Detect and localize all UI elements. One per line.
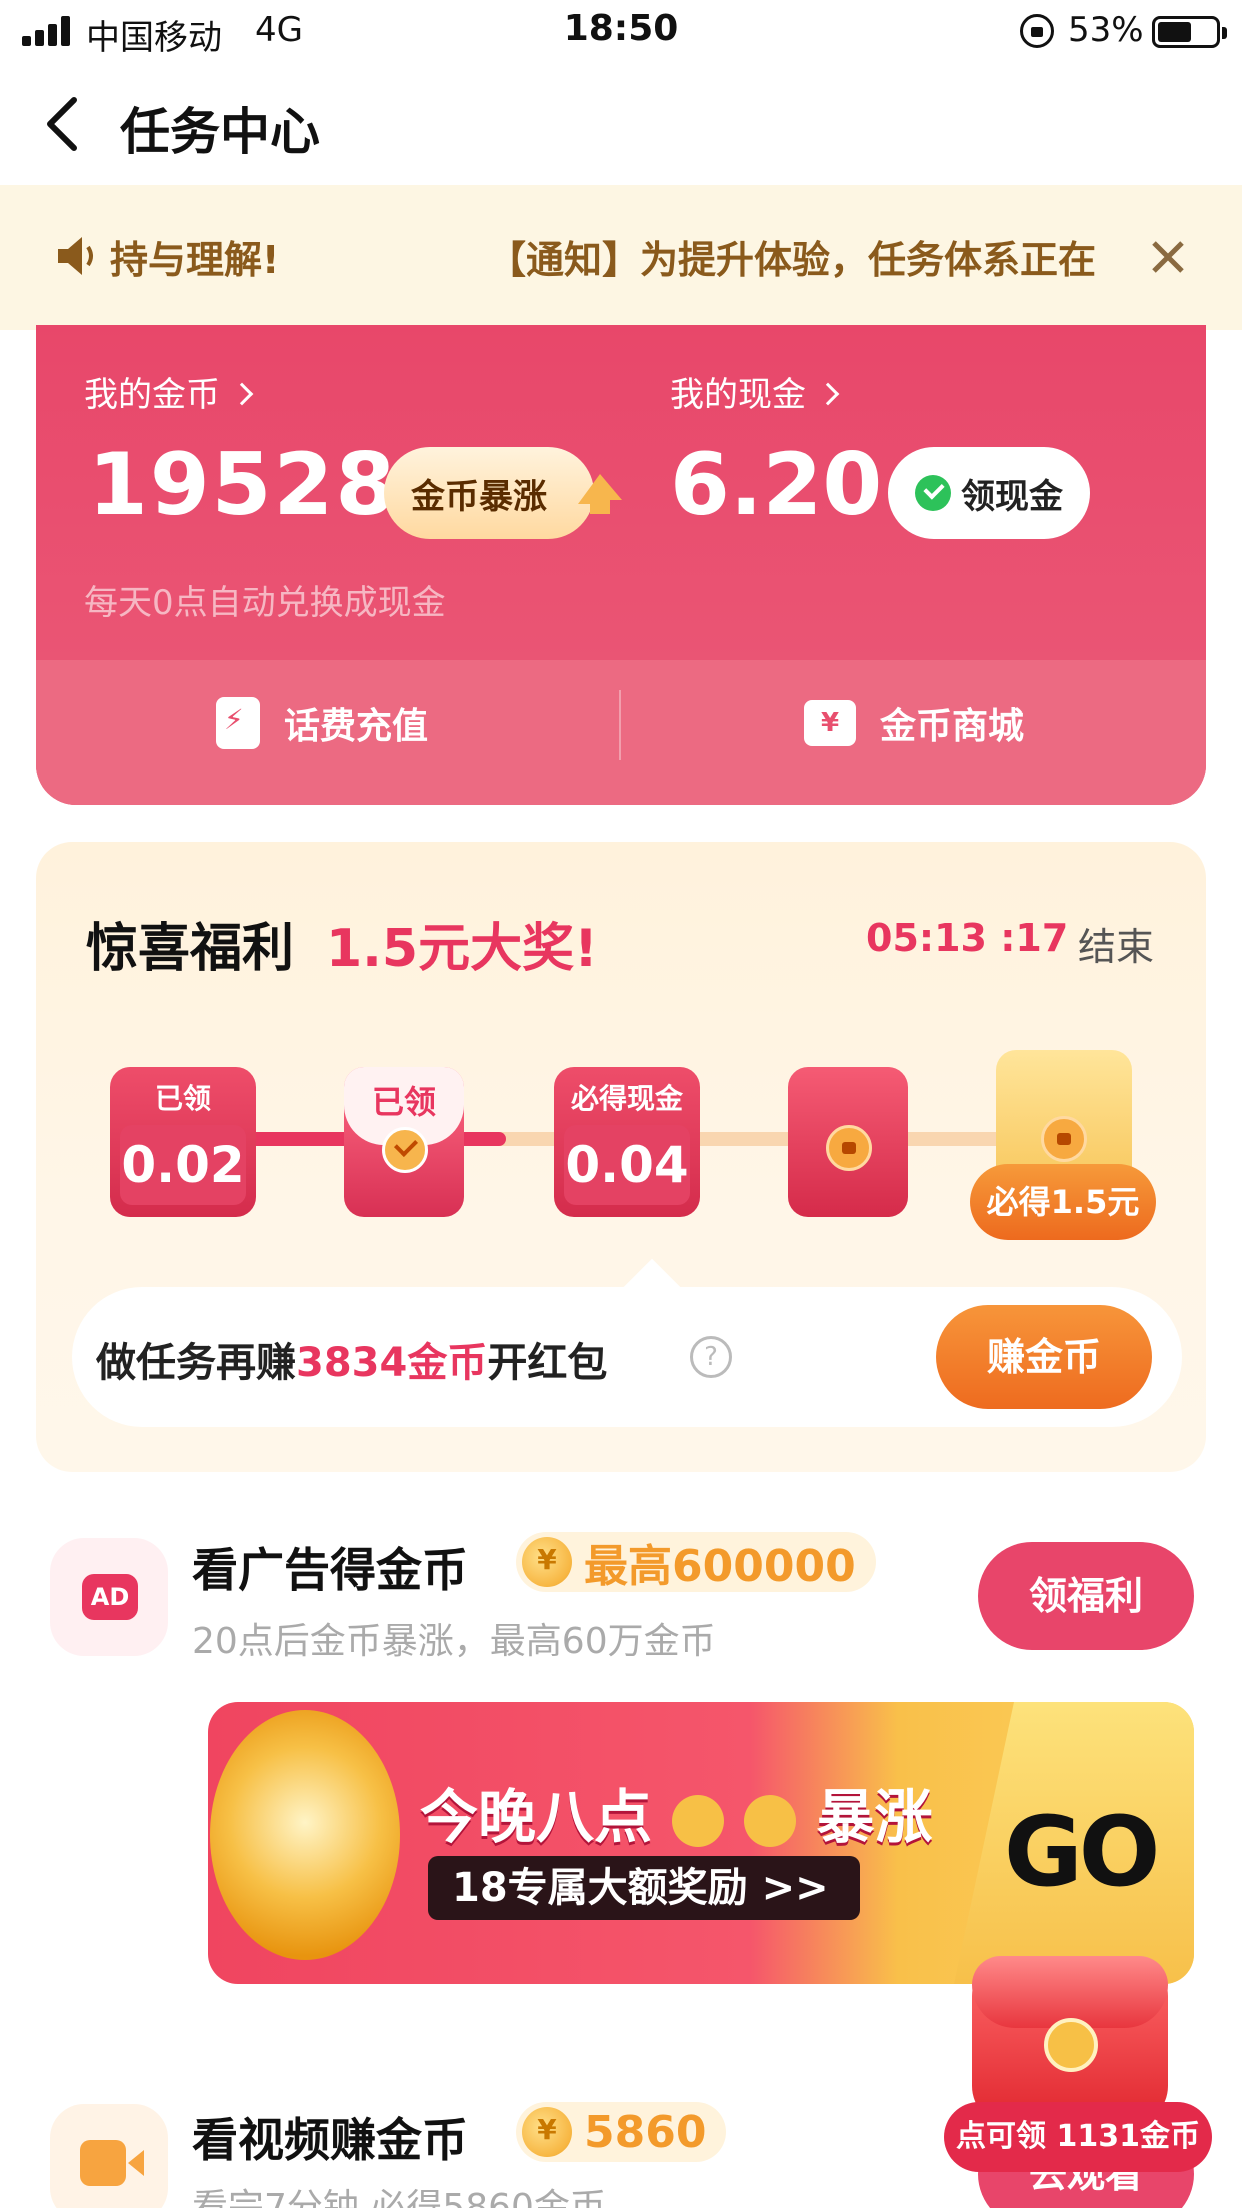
red-packet-1[interactable]: 已领 0.02 <box>110 1067 256 1217</box>
task-subtitle: 看完7分钟 必得5860金币 <box>192 2187 606 2208</box>
status-time: 18:50 <box>563 8 679 49</box>
red-packet-3[interactable]: 必得现金 0.04 <box>554 1067 700 1217</box>
phone-recharge-button[interactable]: 话费充值 <box>216 697 428 749</box>
phone-recharge-icon <box>216 697 260 749</box>
floating-red-packet[interactable] <box>972 1956 1168 2126</box>
video-task-icon <box>50 2104 168 2208</box>
reward-amount: 5860 <box>584 2106 707 2158</box>
red-packet-amount: 0.04 <box>564 1125 690 1205</box>
cash-balance: 6.20 <box>670 435 883 535</box>
coin-icon <box>672 1794 725 1847</box>
phone-recharge-label: 话费充值 <box>284 706 429 747</box>
red-packet-4[interactable] <box>788 1067 908 1217</box>
claim-welfare-button[interactable]: 领福利 <box>978 1542 1194 1650</box>
task-subtitle: 20点后金币暴涨，最高60万金币 <box>192 1621 716 1662</box>
my-cash-link[interactable]: 我的现金 <box>670 367 840 416</box>
banner-title-main: 今晚八点 <box>420 1783 653 1851</box>
bonus-prize: 1.5元大奖! <box>326 919 598 979</box>
reward-pill: 最高600000 <box>516 1532 876 1592</box>
coin-icon <box>1044 2018 1098 2072</box>
ad-icon: AD <box>82 1574 138 1620</box>
coin-icon <box>744 1794 797 1847</box>
banner-title: 今晚八点 暴涨 <box>420 1770 933 1854</box>
task-hint-prefix: 做任务再赚 <box>96 1340 296 1386</box>
nav-bar: 任务中心 <box>0 62 1242 182</box>
banner-title-suffix: 暴涨 <box>816 1783 933 1851</box>
grand-prize-badge: 必得1.5元 <box>970 1164 1156 1240</box>
my-coins-label: 我的金币 <box>84 375 220 415</box>
claim-cash-button[interactable]: 领现金 <box>888 447 1090 539</box>
claim-cash-label: 领现金 <box>961 476 1063 517</box>
lock-icon <box>1041 1116 1087 1162</box>
notice-scroll-tail: 持与理解! <box>110 238 280 282</box>
task-hint-coins: 3834金币 <box>296 1340 488 1386</box>
status-bar: 中国移动 4G 18:50 53% <box>0 0 1242 62</box>
reward-amount: 最高600000 <box>584 1541 856 1592</box>
check-icon <box>382 1127 428 1173</box>
chevron-right-icon <box>816 382 840 406</box>
page-title: 任务中心 <box>120 103 320 161</box>
arrow-up-icon <box>578 474 622 514</box>
chevron-left-icon[interactable] <box>40 96 90 152</box>
red-packet-2[interactable]: 已领 <box>344 1067 464 1217</box>
coins-balance: 19528 <box>88 435 398 535</box>
red-packet-status: 必得现金 <box>570 1082 683 1115</box>
chevron-right-icon <box>230 382 254 406</box>
notice-text: 【通知】为提升体验，任务体系正在 <box>488 238 1097 282</box>
wechat-check-icon <box>915 475 951 511</box>
gold-coins-image <box>210 1710 400 1960</box>
battery-percent: 53% <box>1068 10 1144 50</box>
ad-task-icon: AD <box>50 1538 168 1656</box>
wallet-card: 我的金币 19528 金币暴涨 我的现金 6.20 领现金 每天0点自动兑换成现… <box>36 325 1206 805</box>
task-title: 看视频赚金币 <box>192 2113 468 2167</box>
auto-exchange-note: 每天0点自动兑换成现金 <box>84 583 446 623</box>
my-cash-label: 我的现金 <box>670 375 806 415</box>
my-coins-link[interactable]: 我的金币 <box>84 367 254 416</box>
coin-mall-button[interactable]: ¥ 金币商城 <box>804 697 1024 749</box>
divider <box>619 690 621 760</box>
coin-mall-label: 金币商城 <box>880 706 1025 747</box>
floating-reward-badge[interactable]: 点可领 1131金币 <box>944 2102 1212 2172</box>
banner-tag: 18专属大额奖励 >> <box>428 1856 860 1920</box>
notice-bar[interactable]: 持与理解! 【通知】为提升体验，任务体系正在 <box>0 185 1242 330</box>
battery-icon <box>1152 16 1227 48</box>
close-icon[interactable] <box>1148 237 1188 277</box>
speaker-icon <box>58 237 93 275</box>
task-title: 看广告得金币 <box>192 1543 468 1597</box>
red-packet-amount: 0.02 <box>120 1125 246 1205</box>
coin-icon <box>522 1537 572 1587</box>
coin-boom-label: 金币暴涨 <box>411 476 547 517</box>
coin-boom-button[interactable]: 金币暴涨 <box>384 447 594 539</box>
banner-go-text: GO <box>1004 1796 1160 1908</box>
earn-coins-button[interactable]: 赚金币 <box>936 1305 1152 1409</box>
help-icon[interactable]: ? <box>690 1336 732 1378</box>
coin-mall-icon: ¥ <box>804 700 856 746</box>
bonus-title: 惊喜福利 <box>86 919 295 979</box>
orientation-lock-icon <box>1020 14 1054 48</box>
red-packet-status: 已领 <box>154 1082 211 1115</box>
countdown-timer: 05:13 :17 <box>866 916 1069 960</box>
lock-icon <box>826 1125 872 1171</box>
countdown-suffix: 结束 <box>1078 925 1155 969</box>
coin-icon <box>522 2107 572 2157</box>
reward-pill: 5860 <box>516 2102 727 2162</box>
video-camera-icon <box>80 2140 144 2186</box>
task-hint-text: 做任务再赚3834金币开红包 <box>96 1330 607 1388</box>
task-hint-suffix: 开红包 <box>487 1340 608 1386</box>
